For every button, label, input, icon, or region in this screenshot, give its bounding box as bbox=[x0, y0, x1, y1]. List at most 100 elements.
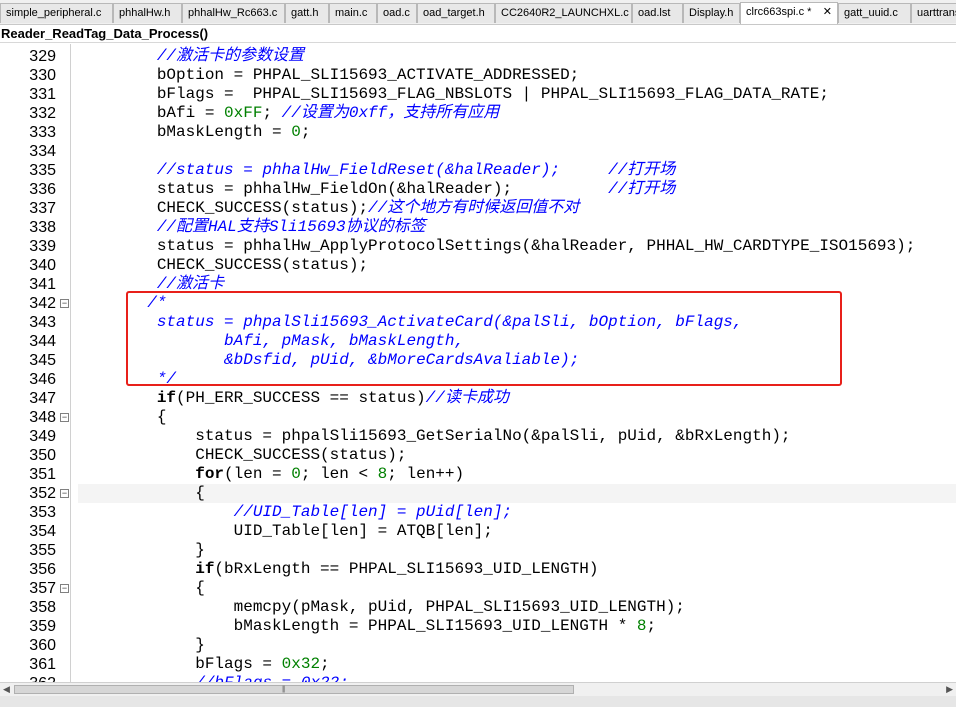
tab-label: oad.lst bbox=[638, 7, 671, 19]
code-line[interactable]: bFlags = 0x32; bbox=[80, 655, 330, 674]
line-number: 352 bbox=[29, 485, 56, 502]
code-text: ; bbox=[300, 123, 311, 141]
close-tab-icon[interactable]: ✕ bbox=[823, 3, 832, 21]
tab-3[interactable]: gatt.h bbox=[285, 3, 329, 23]
fold-toggle-icon[interactable]: − bbox=[60, 489, 69, 498]
line-number: 353 bbox=[29, 504, 56, 521]
code-comment: //激活卡的参数设置 bbox=[156, 47, 305, 65]
code-line[interactable]: } bbox=[80, 636, 205, 655]
tab-label: oad_target.h bbox=[423, 7, 485, 19]
code-line[interactable]: bAfi = 0xFF; //设置为0xff，支持所有应用 bbox=[80, 104, 499, 123]
line-number: 347 bbox=[29, 390, 56, 407]
code-comment: //bFlags = 0x22; bbox=[195, 674, 349, 682]
code-comment: //读卡成功 bbox=[425, 389, 509, 407]
line-number: 342 bbox=[29, 295, 56, 312]
code-text: ; len < bbox=[300, 465, 378, 483]
scrollbar-thumb[interactable] bbox=[14, 685, 574, 694]
tab-10[interactable]: clrc663spi.c * ✕ bbox=[740, 2, 838, 24]
code-line[interactable]: bMaskLength = PHPAL_SLI15693_UID_LENGTH … bbox=[80, 617, 656, 636]
tab-11[interactable]: gatt_uuid.c bbox=[838, 3, 911, 23]
code-editor[interactable]: 329 330 331 332 333 334 335 336 337 338 339 340 341 3… bbox=[0, 44, 956, 682]
line-number: 344 bbox=[29, 333, 56, 350]
code-line[interactable]: { bbox=[80, 408, 167, 427]
code-line[interactable]: CHECK_SUCCESS(status); bbox=[80, 446, 406, 465]
code-line[interactable]: for(len = 0; len < 8; len++) bbox=[80, 465, 464, 484]
line-number: 349 bbox=[29, 428, 56, 445]
code-line[interactable]: //UID_Table[len] = pUid[len]; bbox=[80, 503, 512, 522]
fold-toggle-icon[interactable]: − bbox=[60, 413, 69, 422]
code-text: ; bbox=[646, 617, 657, 635]
tab-9[interactable]: Display.h bbox=[683, 3, 740, 23]
code-number: 8 bbox=[636, 617, 647, 635]
line-number: 346 bbox=[29, 371, 56, 388]
tab-label: gatt.h bbox=[291, 7, 319, 19]
code-line[interactable]: //配置HAL支持Sli15693协议的标签 bbox=[80, 218, 426, 237]
code-line[interactable]: //status = phhalHw_FieldReset(&halReader… bbox=[80, 161, 675, 180]
code-keyword: for bbox=[195, 465, 225, 483]
code-line[interactable]: UID_Table[len] = ATQB[len]; bbox=[80, 522, 493, 541]
code-line[interactable]: //激活卡的参数设置 bbox=[80, 47, 304, 66]
code-line[interactable]: if(PH_ERR_SUCCESS == status)//读卡成功 bbox=[80, 389, 509, 408]
code-text: CHECK_SUCCESS(status); bbox=[80, 256, 369, 274]
tab-label: phhalHw.h bbox=[119, 7, 171, 19]
code-text: (bRxLength == PHPAL_SLI15693_UID_LENGTH) bbox=[214, 560, 599, 578]
code-line[interactable]: status = phhalHw_FieldOn(&halReader); //… bbox=[80, 180, 676, 199]
line-number: 335 bbox=[29, 162, 56, 179]
code-text: UID_Table[len] = ATQB[len]; bbox=[80, 522, 493, 540]
code-line[interactable]: bOption = PHPAL_SLI15693_ACTIVATE_ADDRES… bbox=[80, 66, 579, 85]
line-number: 360 bbox=[29, 637, 56, 654]
tab-2[interactable]: phhalHw_Rc663.c bbox=[182, 3, 285, 23]
code-line[interactable]: { bbox=[80, 579, 205, 598]
tab-bar: simple_peripheral.c phhalHw.h phhalHw_Rc66… bbox=[0, 0, 956, 25]
horizontal-scrollbar[interactable]: ◀ ||| ▶ bbox=[0, 682, 956, 696]
tab-label: simple_peripheral.c bbox=[6, 7, 102, 19]
scroll-right-arrow-icon[interactable]: ▶ bbox=[946, 684, 953, 695]
code-text: bAfi = bbox=[80, 104, 225, 122]
line-number: 348 bbox=[29, 409, 56, 426]
code-text: (PH_ERR_SUCCESS == status) bbox=[176, 389, 426, 407]
tab-6[interactable]: oad_target.h bbox=[417, 3, 495, 23]
line-number: 341 bbox=[29, 276, 56, 293]
tab-4[interactable]: main.c bbox=[329, 3, 377, 23]
code-line[interactable]: //bFlags = 0x22; bbox=[80, 674, 349, 682]
line-number: 359 bbox=[29, 618, 56, 635]
code-line[interactable]: status = phhalHw_ApplyProtocolSettings(&… bbox=[80, 237, 916, 256]
line-number: 350 bbox=[29, 447, 56, 464]
code-line[interactable]: bFlags = PHPAL_SLI15693_FLAG_NBSLOTS | P… bbox=[80, 85, 829, 104]
code-text: bFlags = PHPAL_SLI15693_FLAG_NBSLOTS | P… bbox=[80, 85, 829, 103]
code-line[interactable]: CHECK_SUCCESS(status);//这个地方有时候返回值不对 bbox=[80, 199, 579, 218]
tab-7[interactable]: CC2640R2_LAUNCHXL.c bbox=[495, 3, 632, 23]
code-line[interactable]: CHECK_SUCCESS(status); bbox=[80, 256, 368, 275]
code-line[interactable]: { bbox=[80, 484, 205, 503]
code-line[interactable]: status = phpalSli15693_GetSerialNo(&palS… bbox=[80, 427, 791, 446]
function-breadcrumb[interactable]: Reader_ReadTag_Data_Process() bbox=[0, 25, 956, 43]
line-number: 332 bbox=[29, 105, 56, 122]
code-line[interactable]: } bbox=[80, 541, 205, 560]
code-text: bMaskLength = bbox=[80, 123, 292, 141]
code-line[interactable]: if(bRxLength == PHPAL_SLI15693_UID_LENGT… bbox=[80, 560, 598, 579]
tab-label: CC2640R2_LAUNCHXL.c bbox=[501, 7, 629, 19]
code-text: CHECK_SUCCESS(status); bbox=[80, 446, 407, 464]
code-text: ; bbox=[320, 655, 330, 673]
code-text: status = phpalSli15693_GetSerialNo(&palS… bbox=[80, 427, 791, 445]
window-bottom-strip bbox=[0, 696, 956, 707]
code-line[interactable]: memcpy(pMask, pUid, PHPAL_SLI15693_UID_L… bbox=[80, 598, 685, 617]
code-text: bMaskLength = PHPAL_SLI15693_UID_LENGTH … bbox=[80, 617, 637, 635]
tab-12[interactable]: uarttrans bbox=[911, 3, 956, 23]
line-number: 339 bbox=[29, 238, 56, 255]
gutter-divider bbox=[70, 44, 71, 682]
tab-0[interactable]: simple_peripheral.c bbox=[0, 3, 113, 23]
fold-toggle-icon[interactable]: − bbox=[60, 299, 69, 308]
line-number: 354 bbox=[29, 523, 56, 540]
scroll-left-arrow-icon[interactable]: ◀ bbox=[3, 684, 10, 695]
tab-8[interactable]: oad.lst bbox=[632, 3, 683, 23]
code-line[interactable]: bMaskLength = 0; bbox=[80, 123, 311, 142]
fold-toggle-icon[interactable]: − bbox=[60, 584, 69, 593]
tab-5[interactable]: oad.c bbox=[377, 3, 417, 23]
tab-1[interactable]: phhalHw.h bbox=[113, 3, 182, 23]
